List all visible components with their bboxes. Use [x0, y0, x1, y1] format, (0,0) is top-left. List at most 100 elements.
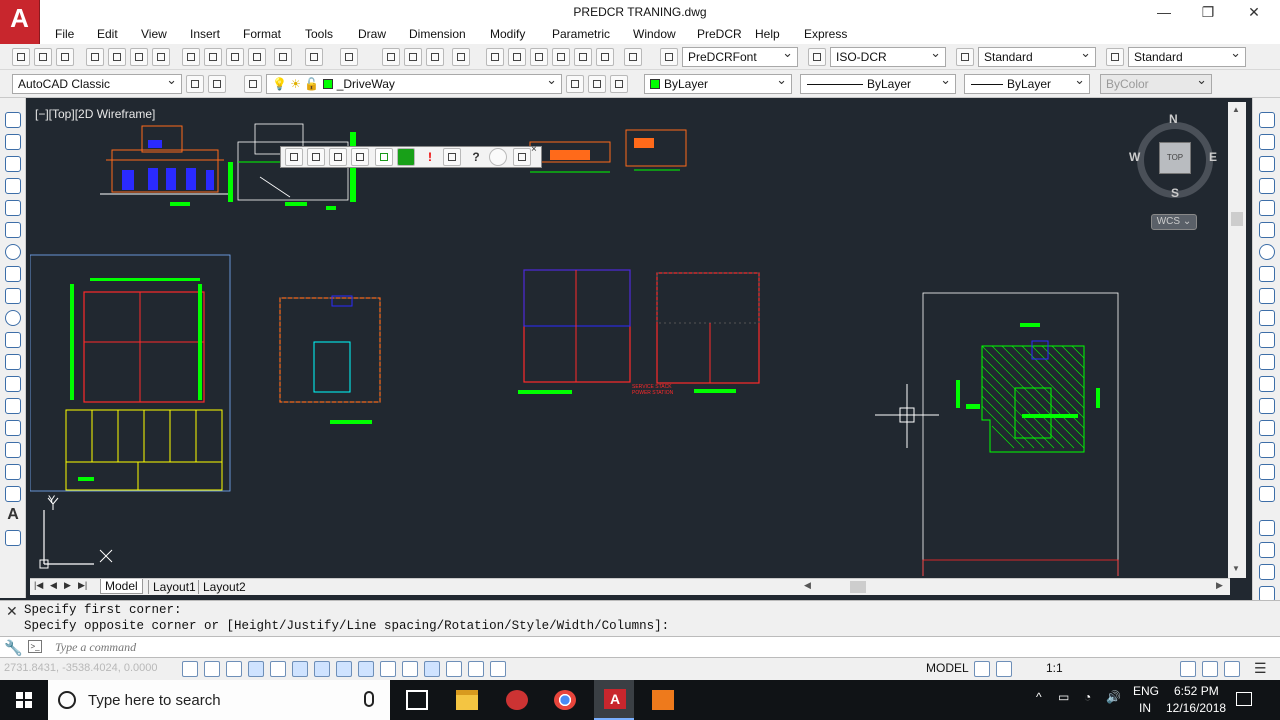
- close-button[interactable]: ✕: [1242, 2, 1266, 22]
- text-style-icon[interactable]: [660, 48, 678, 66]
- last-layout-icon[interactable]: ▶|: [78, 580, 87, 591]
- predcr-layer-icon[interactable]: [285, 148, 303, 166]
- chrome-icon[interactable]: [554, 690, 576, 710]
- grid-display-icon[interactable]: [226, 661, 242, 677]
- add-selected-icon[interactable]: [5, 530, 21, 546]
- draw-order-icon[interactable]: [1259, 520, 1275, 536]
- menu-modify[interactable]: Modify: [490, 27, 525, 41]
- ellipse-arc-icon[interactable]: [5, 332, 21, 348]
- hatch-icon[interactable]: [5, 420, 21, 436]
- scroll-down-icon[interactable]: ▼: [1232, 564, 1240, 573]
- cut-icon[interactable]: [182, 48, 200, 66]
- break-at-point-icon[interactable]: [1259, 354, 1275, 370]
- tool-palettes-icon[interactable]: [530, 48, 548, 66]
- object-snap-icon[interactable]: [336, 661, 352, 677]
- plot-preview-icon[interactable]: [108, 48, 126, 66]
- table-style-icon[interactable]: [956, 48, 974, 66]
- pan-icon[interactable]: [382, 48, 400, 66]
- rotate-icon[interactable]: [1259, 244, 1275, 260]
- offset-icon[interactable]: [1259, 178, 1275, 194]
- insert-block-icon[interactable]: [5, 354, 21, 370]
- isolate-objects-icon[interactable]: [1224, 661, 1240, 677]
- scroll-up-icon[interactable]: ▲: [1232, 105, 1240, 114]
- coordinates-readout[interactable]: 2731.8431, -3538.4024, 0.0000: [4, 662, 158, 674]
- markup-icon[interactable]: [574, 48, 592, 66]
- selection-cycling-icon[interactable]: [402, 661, 418, 677]
- network-icon[interactable]: ◔: [1084, 690, 1091, 704]
- next-layout-icon[interactable]: ▶: [64, 580, 71, 591]
- annotation-scale[interactable]: 1:1: [1046, 661, 1063, 675]
- restore-button[interactable]: ❐: [1196, 2, 1220, 22]
- polygon-icon[interactable]: [5, 178, 21, 194]
- zoom-realtime-icon[interactable]: [404, 48, 422, 66]
- region-icon[interactable]: [5, 464, 21, 480]
- annotation-monitor-icon[interactable]: [1202, 661, 1218, 677]
- dynamic-ucs-icon[interactable]: [446, 661, 462, 677]
- menu-file[interactable]: File: [55, 27, 74, 41]
- new-file-icon[interactable]: [12, 48, 30, 66]
- menu-window[interactable]: Window: [633, 27, 676, 41]
- fillet-icon[interactable]: [1259, 442, 1275, 458]
- scroll-right-icon[interactable]: ▶: [1216, 580, 1223, 591]
- tab-layout2[interactable]: Layout2: [198, 580, 250, 594]
- predcr-blocks-icon[interactable]: [329, 148, 347, 166]
- predcr-check-icon[interactable]: [375, 148, 393, 166]
- save-icon[interactable]: [56, 48, 74, 66]
- battery-icon[interactable]: ▭: [1058, 690, 1069, 704]
- publish-icon[interactable]: [130, 48, 148, 66]
- tab-model[interactable]: Model: [100, 579, 143, 594]
- viewcube-south[interactable]: S: [1171, 186, 1179, 200]
- paste-icon[interactable]: [226, 48, 244, 66]
- clock-time[interactable]: 6:52 PM: [1174, 684, 1219, 698]
- lineweight-display-icon[interactable]: [358, 661, 374, 677]
- 3d-print-icon[interactable]: [152, 48, 170, 66]
- properties-icon[interactable]: [486, 48, 504, 66]
- design-center-icon[interactable]: [508, 48, 526, 66]
- layer-select[interactable]: 💡 ☀ 🔓 _DriveWay: [266, 74, 562, 94]
- windows-start-icon[interactable]: [16, 692, 32, 708]
- wcs-menu[interactable]: WCS ⌄: [1151, 214, 1197, 230]
- workspace-settings-icon[interactable]: [186, 75, 204, 93]
- workspace-customize-icon[interactable]: [208, 75, 226, 93]
- send-to-back-icon[interactable]: [1259, 564, 1275, 580]
- tab-layout1[interactable]: Layout1: [148, 580, 200, 594]
- paint-icon[interactable]: [506, 690, 528, 710]
- model-space-toggle[interactable]: MODEL: [926, 661, 969, 675]
- break-icon[interactable]: [1259, 376, 1275, 392]
- task-view-icon[interactable]: [406, 690, 428, 710]
- predcr-error-icon[interactable]: !: [421, 148, 439, 166]
- action-center-icon[interactable]: [1236, 692, 1252, 706]
- move-icon[interactable]: [1259, 222, 1275, 238]
- microphone-icon[interactable]: [364, 691, 374, 707]
- minimize-button[interactable]: —: [1152, 2, 1176, 22]
- help-icon[interactable]: [624, 48, 642, 66]
- 3d-osnap-icon[interactable]: [424, 661, 440, 677]
- taskbar-search-box[interactable]: Type here to search: [48, 680, 390, 720]
- selection-filter-icon[interactable]: [468, 661, 484, 677]
- drawing-viewport[interactable]: [−][Top][2D Wireframe] SERVICE STACK POW…: [30, 102, 1228, 576]
- menu-express[interactable]: Express: [804, 27, 847, 41]
- gizmo-icon[interactable]: [490, 661, 506, 677]
- blend-curves-icon[interactable]: [1259, 464, 1275, 480]
- mirror-icon[interactable]: [1259, 156, 1275, 172]
- copy-object-icon[interactable]: [1259, 134, 1275, 150]
- linetype-select[interactable]: ByLayer: [800, 74, 956, 94]
- stretch-icon[interactable]: [1259, 288, 1275, 304]
- layer-previous-icon[interactable]: [588, 75, 606, 93]
- viewcube-north[interactable]: N: [1169, 112, 1178, 126]
- circle-icon[interactable]: [5, 244, 21, 260]
- text-style-select[interactable]: PreDCRFont: [682, 47, 798, 67]
- make-block-icon[interactable]: [5, 376, 21, 392]
- close-command-icon[interactable]: ✕: [6, 603, 18, 620]
- grid-status-icon[interactable]: [974, 661, 990, 677]
- plot-icon[interactable]: [86, 48, 104, 66]
- gradient-icon[interactable]: [5, 442, 21, 458]
- line-icon[interactable]: [5, 112, 21, 128]
- multiline-text-icon[interactable]: A: [5, 507, 21, 524]
- menu-draw[interactable]: Draw: [358, 27, 386, 41]
- application-menu-button[interactable]: A: [0, 0, 40, 44]
- predcr-about-icon[interactable]: [489, 148, 507, 166]
- table-style-select[interactable]: Standard: [978, 47, 1096, 67]
- autocad-taskbar-button[interactable]: A: [594, 680, 634, 720]
- menu-predcr[interactable]: PreDCR: [697, 27, 742, 41]
